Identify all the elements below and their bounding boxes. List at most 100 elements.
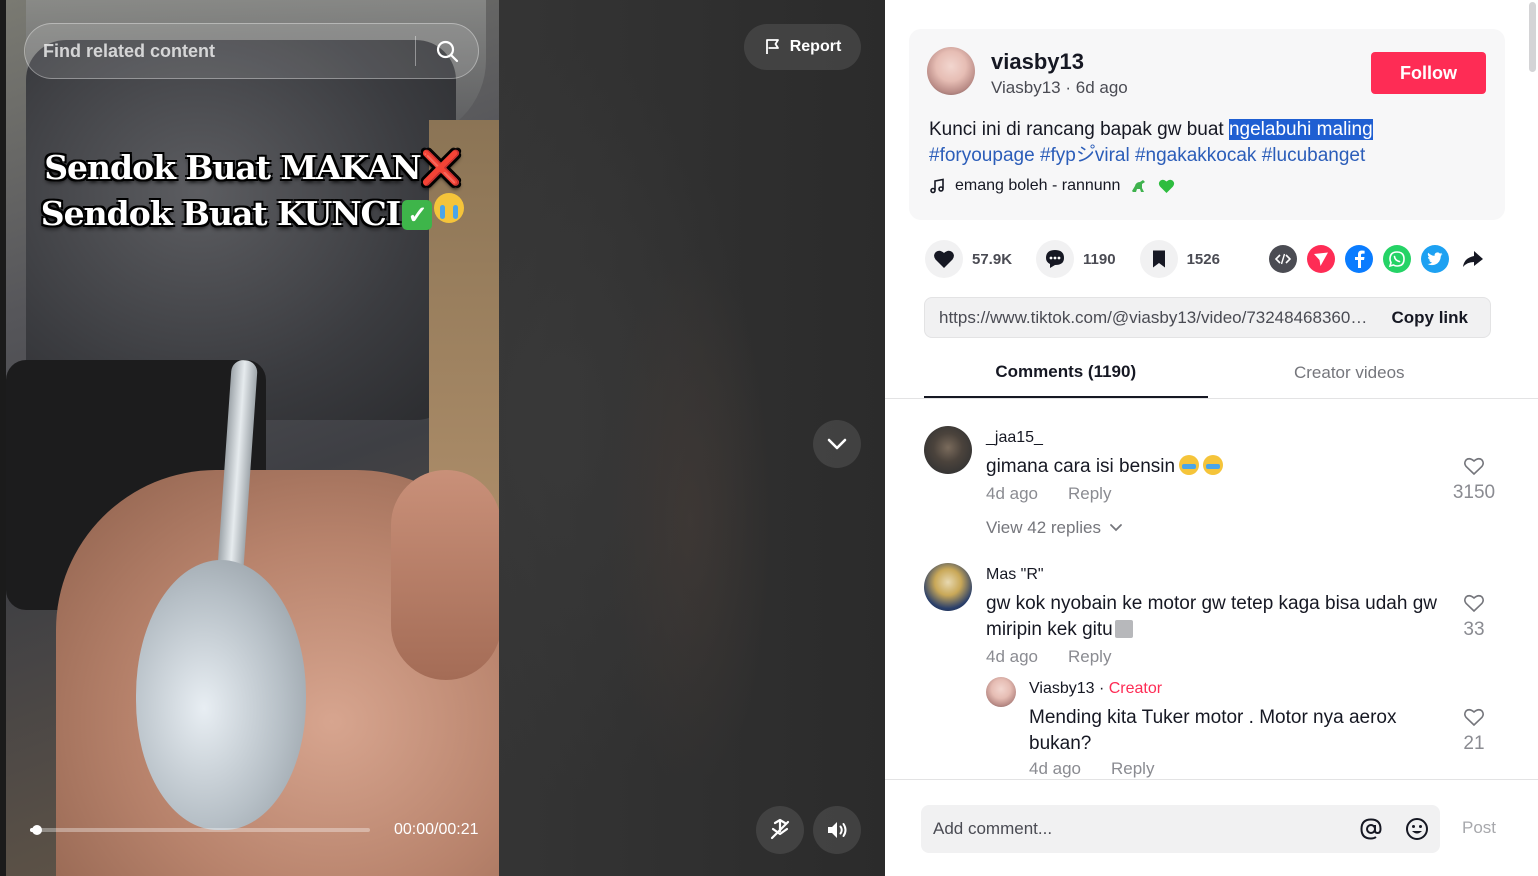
video-link-text[interactable]: https://www.tiktok.com/@viasby13/video/7… [925,308,1371,328]
composer-divider [885,779,1538,780]
volume-button[interactable] [813,806,861,854]
chevron-down-icon [1110,524,1122,532]
at-sign-icon [1360,818,1382,840]
report-button[interactable]: Report [744,24,861,70]
send-to-friends-button[interactable] [1307,245,1335,273]
post-comment-button[interactable]: Post [1462,818,1496,838]
tab-creator-videos[interactable]: Creator videos [1208,348,1492,398]
scroll-emoji-icon [1114,620,1133,638]
facebook-share-button[interactable] [1345,245,1373,273]
caption-text: Kunci ini di rancang bapak gw buat [929,119,1229,140]
bookmark-icon-wrap [1139,240,1178,278]
reply-author-avatar[interactable] [986,677,1016,707]
reply-like-button[interactable]: 21 [1444,707,1504,755]
search-button[interactable] [416,24,478,78]
comment-like-button[interactable]: 33 [1444,593,1504,641]
commenter-avatar[interactable] [924,563,972,611]
reply-author-name[interactable]: Viasby13 [1029,680,1095,697]
hashtag-link[interactable]: #lucubanget [1262,145,1366,166]
side-panel: viasby13 Viasby13 · 6d ago Follow Kunci … [885,0,1538,876]
commenter-name[interactable]: _jaa15_ [986,429,1043,447]
thumb-image [391,470,499,680]
more-share-button[interactable] [1459,245,1487,273]
flip-icon [770,818,790,840]
share-arrow-icon [1463,251,1483,267]
view-replies-button[interactable]: View 42 replies [986,518,1123,538]
video-player[interactable]: Sendok Buat MAKAN❌ Sendok Buat KUNCI ✓ 00… [0,0,885,876]
comment-body: gimana cara isi bensin [986,456,1176,477]
author-avatar[interactable] [927,47,975,95]
cross-mark-icon: ❌ [420,148,462,187]
video-time: 00:00/00:21 [394,821,479,838]
facebook-icon [1355,250,1365,268]
twitter-share-button[interactable] [1421,245,1449,273]
commenter-avatar[interactable] [924,426,972,474]
flag-icon [765,39,779,54]
comment-like-count: 33 [1463,619,1485,640]
reply-like-count: 21 [1463,733,1485,754]
overlay-line2-text: Sendok Buat KUNCI [40,194,401,233]
comment-count: 1190 [1083,250,1116,268]
hashtag-link[interactable]: #fypシ゚viral [1040,145,1130,166]
author-username[interactable]: viasby13 [991,49,1084,75]
comment-composer [921,805,1440,853]
reply-time: 4d ago [1029,759,1081,778]
copy-link-button[interactable]: Copy link [1371,308,1490,328]
post-description-card: viasby13 Viasby13 · 6d ago Follow Kunci … [909,29,1505,220]
heart-outline-icon [1464,594,1484,613]
report-label: Report [789,38,842,55]
commenter-name[interactable]: Mas "R" [986,566,1044,584]
emoji-icon [1406,818,1428,840]
like-button[interactable]: 57.9K [925,240,1012,278]
embed-button[interactable] [1269,245,1297,273]
search-icon [436,40,459,63]
flip-button[interactable] [756,806,804,854]
video-progress-bar[interactable] [30,825,370,835]
crying-emoji-icon [1179,455,1200,475]
save-count: 1526 [1186,250,1220,268]
comment-list: _jaa15_ gimana cara isi bensin 4d ago Re… [885,399,1538,779]
author-subline: Viasby13 · 6d ago [991,78,1128,97]
music-link[interactable]: emang boleh - rannunn [929,177,1175,195]
crying-face-icon [434,193,465,223]
post-caption: Kunci ini di rancang bapak gw buat ngela… [929,117,1489,169]
hashtag-link[interactable]: #ngakakkocak [1135,145,1256,166]
reply-button[interactable]: Reply [1111,759,1154,779]
heart-outline-icon [1464,708,1484,727]
comment-time: 4d ago [986,484,1038,503]
bookmark-icon [1152,250,1165,268]
crying-emoji-icon [1203,455,1224,475]
post-time: 6d ago [1075,78,1128,97]
heart-outline-icon [1464,457,1484,476]
progress-knob[interactable] [31,825,42,835]
reply-meta: 4d ago Reply [1029,759,1154,779]
like-count: 57.9K [972,250,1013,268]
reply-button[interactable]: Reply [1068,484,1111,504]
related-search-input[interactable] [25,24,415,78]
music-title: emang boleh - rannunn [955,177,1121,194]
save-button[interactable]: 1526 [1139,240,1220,278]
overlay-line1-text: Sendok Buat MAKAN [44,148,422,187]
reply-author-line: Viasby13 · Creator [1029,680,1162,698]
send-icon [1314,252,1328,266]
hashtag-link[interactable]: #foryoupage [929,145,1035,166]
follow-button[interactable]: Follow [1371,52,1486,94]
whatsapp-icon [1388,251,1405,268]
tab-comments[interactable]: Comments (1190) [924,348,1208,398]
caption-selected-text: ngelabuhi maling [1228,119,1373,140]
green-heart-icon [1159,179,1175,193]
twitter-icon [1427,252,1443,266]
reply-text: Mending kita Tuker motor . Motor nya aer… [1029,707,1397,754]
add-comment-input[interactable] [921,805,1348,853]
mention-button[interactable] [1348,805,1394,853]
next-video-button[interactable] [813,420,861,468]
video-frame[interactable]: Sendok Buat MAKAN❌ Sendok Buat KUNCI ✓ 00… [6,0,499,876]
comment-button[interactable]: 1190 [1036,240,1116,278]
author-nickname[interactable]: Viasby13 [991,78,1061,97]
emoji-button[interactable] [1394,805,1440,853]
reply-button[interactable]: Reply [1068,647,1111,667]
comment-like-count: 3150 [1452,482,1496,503]
comment-like-button[interactable]: 3150 [1444,456,1504,504]
whatsapp-share-button[interactable] [1383,245,1411,273]
page-scrollbar[interactable] [1529,2,1536,72]
